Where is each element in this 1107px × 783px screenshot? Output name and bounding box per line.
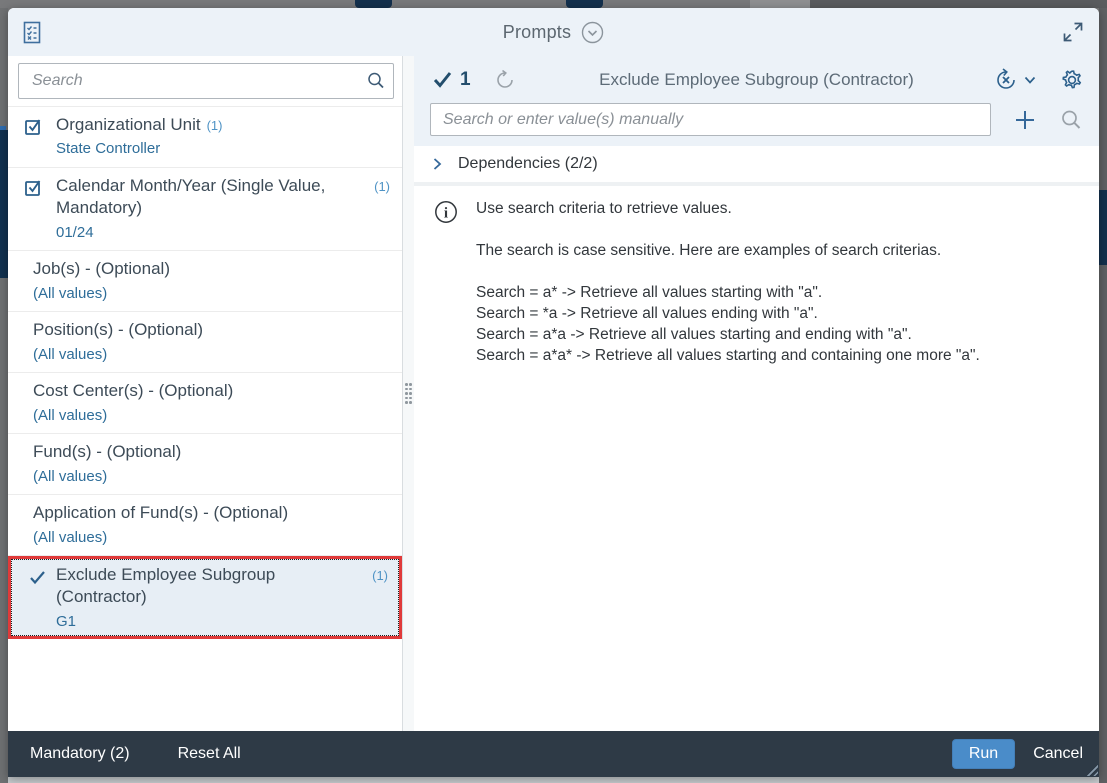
prompt-item-value: (All values) xyxy=(33,345,388,365)
prompt-item-organizational-unit[interactable]: Organizational Unit (1) State Controller xyxy=(8,107,402,168)
prompt-item-exclude-employee-subgroup[interactable]: Exclude Employee Subgroup (Contractor) (… xyxy=(8,556,402,639)
prompt-item-label: Position(s) - (Optional) xyxy=(33,319,203,341)
search-icon[interactable] xyxy=(1057,106,1085,134)
prompt-item-count: (1) xyxy=(207,118,223,133)
chevron-down-circle-icon[interactable] xyxy=(581,21,604,44)
detail-header-row: Exclude Employee Subgroup (Contractor) 1 xyxy=(414,56,1099,103)
dialog-footer: Mandatory (2) Reset All Run Cancel xyxy=(8,731,1099,777)
prompt-item-calendar-month-year[interactable]: (1) Calendar Month/Year (Single Value, M… xyxy=(8,168,402,251)
info-icon: i xyxy=(434,200,458,224)
search-criteria-info: i Use search criteria to retrieve values… xyxy=(414,186,1099,366)
prompt-item-label: Exclude Employee Subgroup (Contractor) xyxy=(56,564,366,609)
selected-count-number: 1 xyxy=(460,69,471,91)
info-example-line: Search = a*a -> Retrieve all values star… xyxy=(476,324,980,345)
prompt-item-positions[interactable]: Position(s) - (Optional) (All values) xyxy=(8,312,402,373)
mandatory-filter-button[interactable]: Mandatory (2) xyxy=(20,739,140,769)
prompt-item-value: (All values) xyxy=(33,467,388,487)
detail-header-actions xyxy=(991,65,1085,95)
refresh-icon[interactable] xyxy=(493,68,517,92)
background-tab xyxy=(566,0,603,8)
checkbox-checked-icon xyxy=(24,117,46,137)
prompt-item-value: (All values) xyxy=(33,528,388,548)
prompt-item-count: (1) xyxy=(374,179,390,194)
reset-values-icon xyxy=(993,67,1019,93)
info-intro: Use search criteria to retrieve values. xyxy=(476,198,980,219)
value-search-row xyxy=(414,103,1099,136)
prompt-item-application-of-funds[interactable]: Application of Fund(s) - (Optional) (All… xyxy=(8,495,402,556)
dialog-title-group: Prompts xyxy=(8,8,1099,56)
search-icon[interactable] xyxy=(359,64,393,98)
chevron-right-icon xyxy=(430,157,444,171)
background-dark-segment xyxy=(810,0,1107,8)
info-case-note: The search is case sensitive. Here are e… xyxy=(476,240,980,261)
background-page-top-strip xyxy=(0,0,1107,8)
prompt-list-panel: Organizational Unit (1) State Controller… xyxy=(8,56,403,731)
prompt-item-label: Application of Fund(s) - (Optional) xyxy=(33,502,288,524)
splitter-dots-handle[interactable] xyxy=(405,383,412,404)
dependencies-label: Dependencies (2/2) xyxy=(458,155,598,173)
cancel-button[interactable]: Cancel xyxy=(1029,739,1087,769)
info-text: Use search criteria to retrieve values. … xyxy=(476,198,980,366)
background-tab xyxy=(750,0,810,8)
prompt-item-value: 01/24 xyxy=(56,223,388,243)
checkbox-checked-icon xyxy=(24,178,46,198)
prompts-dialog: Prompts xyxy=(8,8,1099,777)
prompt-item-value: G1 xyxy=(56,612,388,632)
background-navy-block xyxy=(1099,190,1107,265)
info-example-line: Search = a*a* -> Retrieve all values sta… xyxy=(476,345,980,366)
expand-icon[interactable] xyxy=(1061,20,1085,44)
prompt-item-label: Job(s) - (Optional) xyxy=(33,258,170,280)
prompt-item-count: (1) xyxy=(372,568,388,583)
prompt-list: Organizational Unit (1) State Controller… xyxy=(8,106,402,731)
background-left-strip xyxy=(0,8,8,783)
background-bottom-strip xyxy=(8,777,1099,783)
prompt-search-box xyxy=(18,63,394,99)
prompt-item-jobs[interactable]: Job(s) - (Optional) (All values) xyxy=(8,251,402,312)
value-search-input[interactable] xyxy=(431,104,990,135)
dependencies-section-toggle[interactable]: Dependencies (2/2) xyxy=(414,146,1099,186)
dialog-content: Organizational Unit (1) State Controller… xyxy=(8,56,1099,731)
dialog-header: Prompts xyxy=(8,8,1099,56)
prompt-item-label: Fund(s) - (Optional) xyxy=(33,441,181,463)
prompt-item-label: Cost Center(s) - (Optional) xyxy=(33,380,233,402)
prompt-item-value: State Controller xyxy=(56,139,388,159)
prompt-item-label: Calendar Month/Year (Single Value, Manda… xyxy=(56,175,366,220)
background-tab xyxy=(355,0,392,8)
background-navy-block xyxy=(0,130,8,278)
prompt-item-label: Organizational Unit xyxy=(56,114,201,136)
dialog-title: Prompts xyxy=(503,22,571,43)
selected-check-icon xyxy=(432,70,454,90)
gear-icon[interactable] xyxy=(1059,67,1085,93)
detail-header-area: Exclude Employee Subgroup (Contractor) 1 xyxy=(414,56,1099,146)
info-example-line: Search = *a -> Retrieve all values endin… xyxy=(476,303,980,324)
chevron-down-icon xyxy=(1023,73,1037,87)
prompt-detail-panel: Exclude Employee Subgroup (Contractor) 1 xyxy=(414,56,1099,731)
panel-splitter[interactable] xyxy=(403,56,414,731)
prompt-item-cost-centers[interactable]: Cost Center(s) - (Optional) (All values) xyxy=(8,373,402,434)
prompt-search-input[interactable] xyxy=(19,64,359,98)
plus-icon[interactable] xyxy=(1011,106,1039,134)
prompt-item-value: (All values) xyxy=(33,284,388,304)
selected-values-count: 1 xyxy=(432,69,471,91)
reset-all-button[interactable]: Reset All xyxy=(168,739,251,769)
background-right-strip xyxy=(1099,8,1107,783)
prompt-item-value: (All values) xyxy=(33,406,388,426)
prompt-search-area xyxy=(8,56,402,106)
reset-values-button[interactable] xyxy=(991,65,1039,95)
footer-actions: Run Cancel xyxy=(952,739,1087,769)
selected-check-icon xyxy=(27,568,49,588)
value-search-box xyxy=(430,103,991,136)
info-example-line: Search = a* -> Retrieve all values start… xyxy=(476,282,980,303)
svg-text:i: i xyxy=(444,206,448,222)
prompt-item-funds[interactable]: Fund(s) - (Optional) (All values) xyxy=(8,434,402,495)
info-examples: Search = a* -> Retrieve all values start… xyxy=(476,282,980,366)
run-button[interactable]: Run xyxy=(952,739,1015,769)
